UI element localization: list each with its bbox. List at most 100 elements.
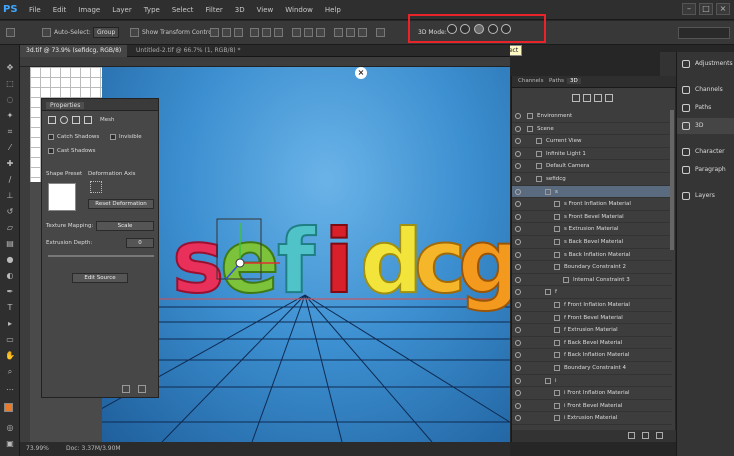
layer-row[interactable]: f Extrusion Material	[512, 324, 672, 337]
reset-deformation-button[interactable]: Reset Deformation	[88, 199, 154, 209]
layer-row[interactable]: f Back Bevel Material	[512, 337, 672, 350]
layer-row[interactable]: Current View	[512, 135, 672, 148]
layer-row[interactable]: Environment	[512, 110, 672, 123]
zoom-tool-icon[interactable]: ⌕	[5, 367, 15, 377]
menu-select[interactable]: Select	[166, 6, 200, 14]
eyedropper-icon[interactable]: ⁄	[5, 143, 15, 153]
visibility-eye-icon[interactable]	[515, 113, 521, 119]
type-tool-icon[interactable]: T	[5, 303, 15, 313]
visibility-eye-icon[interactable]	[515, 327, 521, 334]
path-select-icon[interactable]: ▸	[5, 319, 15, 329]
deformation-axis-icon[interactable]	[90, 181, 102, 193]
distribute-bottom-icon[interactable]	[316, 28, 325, 37]
hand-tool-icon[interactable]: ✋	[5, 351, 15, 361]
maximize-icon[interactable]: □	[699, 3, 713, 15]
texture-mapping-select[interactable]: Scale	[96, 221, 154, 231]
visibility-eye-icon[interactable]	[515, 302, 521, 308]
shape-tool-icon[interactable]: ▭	[5, 335, 15, 345]
3d-filter-icons[interactable]	[572, 94, 632, 104]
visibility-eye-icon[interactable]	[515, 314, 521, 321]
cast-shadows-checkbox[interactable]	[48, 148, 54, 154]
marquee-tool-icon[interactable]: ⬚	[5, 79, 15, 89]
layer-row[interactable]: s Front Bevel Material	[512, 211, 672, 224]
menu-layer[interactable]: Layer	[106, 6, 138, 14]
scale-3d-icon[interactable]	[501, 24, 511, 34]
visibility-eye-icon[interactable]	[515, 264, 521, 271]
distribute-center-icon[interactable]	[346, 28, 355, 37]
magic-wand-icon[interactable]: ✦	[5, 111, 15, 121]
screen-mode-icon[interactable]: ▣	[5, 439, 15, 449]
rotate-3d-icon[interactable]	[447, 24, 457, 34]
menu-filter[interactable]: Filter	[199, 6, 228, 14]
menu-type[interactable]: Type	[138, 6, 166, 14]
menu-help[interactable]: Help	[319, 6, 347, 14]
panel-scrollbar[interactable]	[670, 110, 674, 250]
deform-icon[interactable]	[60, 116, 68, 124]
layer-row[interactable]: i Front Inflation Material	[512, 387, 672, 400]
tab-untitled-2[interactable]: Untitled-2.tif @ 66.7% (1, RGB/8) *	[130, 45, 247, 57]
layer-row[interactable]: f	[512, 286, 672, 299]
workspace-search[interactable]	[678, 27, 730, 39]
panel-channels[interactable]: Channels	[677, 82, 734, 98]
roll-3d-icon[interactable]	[460, 24, 470, 34]
visibility-eye-icon[interactable]	[515, 339, 521, 346]
layer-row[interactable]: Boundary Constraint 4	[512, 362, 672, 375]
visibility-eye-icon[interactable]	[515, 239, 521, 245]
layer-row[interactable]: Default Camera	[512, 160, 672, 173]
align-middle-icon[interactable]	[222, 28, 231, 37]
show-transform-checkbox[interactable]	[130, 28, 139, 37]
edit-source-button[interactable]: Edit Source	[72, 273, 128, 283]
pen-tool-icon[interactable]: ✒	[5, 287, 15, 297]
visibility-eye-icon[interactable]	[515, 377, 521, 384]
shape-preset-swatch[interactable]	[48, 183, 76, 211]
lasso-tool-icon[interactable]: ◌	[5, 95, 15, 105]
delete-icon[interactable]	[138, 385, 146, 393]
visibility-eye-icon[interactable]	[515, 390, 521, 397]
invisible-checkbox[interactable]	[110, 134, 116, 140]
tab-paths[interactable]: Paths	[546, 78, 567, 84]
layer-row[interactable]: Internal Constraint 3	[512, 274, 672, 287]
visibility-eye-icon[interactable]	[515, 125, 521, 132]
history-brush-icon[interactable]: ↺	[5, 207, 15, 217]
healing-brush-icon[interactable]: ✚	[5, 159, 15, 169]
layer-row[interactable]: Infinite Light 1	[512, 148, 672, 161]
layer-row[interactable]: f Back Inflation Material	[512, 349, 672, 362]
visibility-eye-icon[interactable]	[515, 213, 521, 220]
crop-tool-icon[interactable]: ⌗	[5, 127, 15, 137]
quick-mask-icon[interactable]: ◎	[5, 423, 15, 433]
distribute-left-icon[interactable]	[334, 28, 343, 37]
panel-paragraph[interactable]: Paragraph	[677, 162, 734, 178]
3d-document[interactable]: s e f i d c g	[41, 67, 510, 442]
layer-row[interactable]: s Back Bevel Material	[512, 236, 672, 249]
brush-tool-icon[interactable]: ∕	[5, 175, 15, 185]
properties-title[interactable]: Properties	[46, 102, 85, 109]
new-light-icon[interactable]	[628, 432, 635, 439]
auto-align-icon[interactable]	[376, 28, 385, 37]
clone-stamp-icon[interactable]: ⊥	[5, 191, 15, 201]
menu-window[interactable]: Window	[279, 6, 319, 14]
panel-character[interactable]: Character	[677, 144, 734, 160]
layer-row[interactable]: s	[512, 185, 672, 199]
layer-row[interactable]: f Front Inflation Material	[512, 299, 672, 312]
visibility-eye-icon[interactable]	[515, 365, 521, 371]
distribute-right-icon[interactable]	[358, 28, 367, 37]
menu-edit[interactable]: Edit	[47, 6, 73, 14]
delete-icon[interactable]	[656, 432, 663, 439]
panel-3d[interactable]: 3D	[677, 118, 734, 134]
visibility-eye-icon[interactable]	[515, 352, 521, 359]
zoom-level[interactable]: 73.99%	[26, 445, 49, 452]
layer-row[interactable]: i	[512, 375, 672, 388]
menu-view[interactable]: View	[251, 6, 280, 14]
layer-row[interactable]: f Front Bevel Material	[512, 312, 672, 325]
visibility-eye-icon[interactable]	[515, 138, 521, 145]
align-bottom-icon[interactable]	[234, 28, 243, 37]
panel-layers[interactable]: Layers	[677, 188, 734, 204]
close-icon[interactable]: ×	[716, 3, 730, 15]
menu-file[interactable]: File	[23, 6, 47, 14]
blur-tool-icon[interactable]: ●	[5, 255, 15, 265]
align-center-icon[interactable]	[262, 28, 271, 37]
visibility-eye-icon[interactable]	[515, 201, 521, 208]
layer-row[interactable]: sefidcg	[512, 173, 672, 186]
visibility-eye-icon[interactable]	[515, 415, 521, 422]
tab-channels[interactable]: Channels	[515, 78, 546, 84]
